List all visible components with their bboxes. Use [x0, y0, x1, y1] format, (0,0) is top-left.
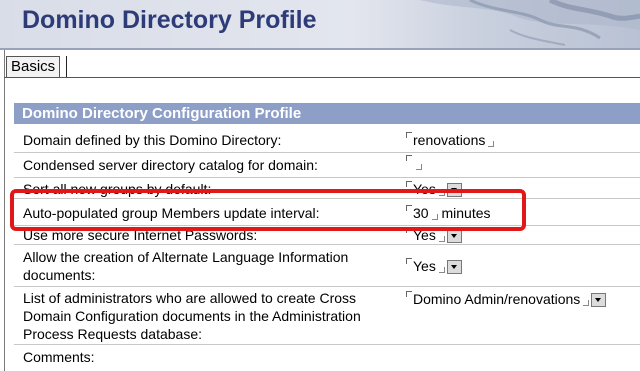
highlight-box [10, 189, 526, 231]
domain-field[interactable]: renovations [406, 131, 495, 149]
header-rule [0, 48, 640, 50]
field-row-domain: Domain defined by this Domino Directory:… [14, 126, 640, 153]
field-label: Domain defined by this Domino Directory: [23, 132, 282, 148]
tab-basics[interactable]: Basics [6, 56, 61, 77]
alt-language-field[interactable]: Yes [406, 257, 462, 275]
field-row-cross-domain-admins: List of administrators who are allowed t… [14, 287, 640, 345]
field-row-alt-language: Allow the creation of Alternate Language… [14, 245, 640, 287]
form-left-border [4, 50, 5, 371]
field-label: Comments: [23, 349, 95, 365]
field-row-comments: Comments: [14, 345, 640, 369]
dropdown-arrow-icon[interactable] [446, 260, 462, 275]
tab-strip-line [4, 77, 640, 78]
tab-divider [66, 56, 67, 78]
dropdown-arrow-icon[interactable] [446, 229, 462, 244]
world-map-graphic [420, 0, 640, 46]
field-row-condensed-catalog: Condensed server directory catalog for d… [14, 153, 640, 178]
catalog-field[interactable] [406, 154, 422, 172]
page-title: Domino Directory Profile [22, 6, 317, 34]
admins-field[interactable]: Domino Admin/renovations [406, 290, 607, 308]
field-label: Condensed server directory catalog for d… [23, 157, 318, 173]
dropdown-arrow-icon[interactable] [591, 293, 607, 308]
field-label: List of administrators who are allowed t… [23, 290, 361, 342]
section-header: Domino Directory Configuration Profile [14, 103, 640, 124]
page-header: Domino Directory Profile [0, 0, 640, 50]
field-label: Allow the creation of Alternate Language… [23, 249, 349, 283]
